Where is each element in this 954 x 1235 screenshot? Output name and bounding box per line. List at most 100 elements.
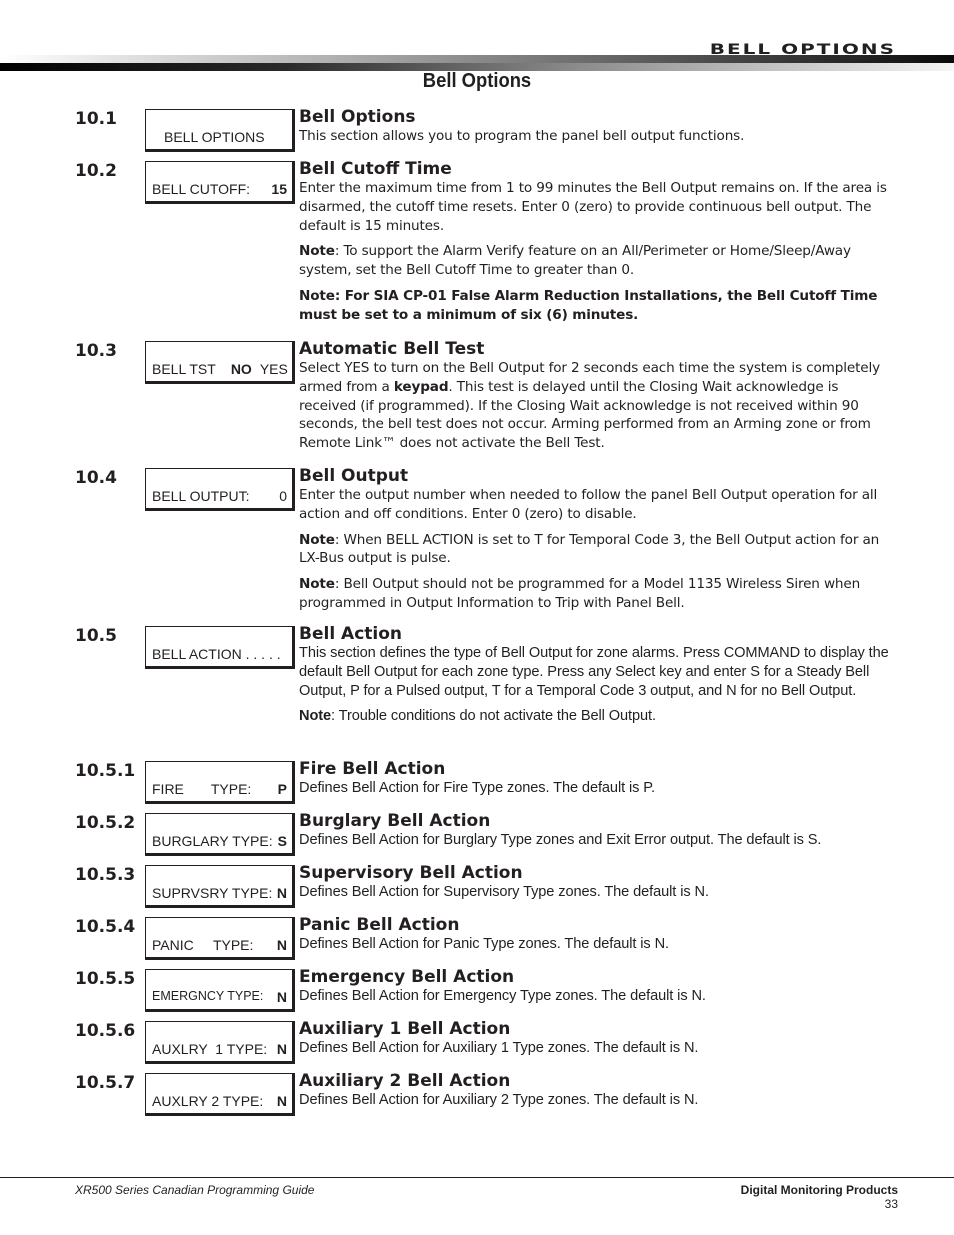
display-value: N [276, 937, 287, 953]
section-number: 10.3 [75, 341, 117, 361]
section-number: 10.5.1 [75, 761, 136, 781]
section-body: Panic Bell Action Defines Bell Action fo… [299, 915, 899, 961]
display-label: SUPRVSRY TYPE: [152, 885, 273, 901]
section-heading: Burglary Bell Action [299, 811, 491, 831]
display-label: BELL CUTOFF: [152, 181, 251, 197]
section-heading: Supervisory Bell Action [299, 863, 523, 883]
note-label: Note [299, 243, 335, 260]
page-title: Bell Options [422, 70, 532, 92]
section-heading: Bell Cutoff Time [299, 159, 452, 179]
display-value: S [277, 833, 287, 849]
keypad-display: PANIC TYPE: N [145, 917, 295, 960]
section-number: 10.5 [75, 626, 117, 646]
display-option-selected: NO [230, 361, 252, 377]
section-body: Fire Bell Action Defines Bell Action for… [299, 759, 899, 805]
section-number: 10.5.7 [75, 1073, 136, 1093]
display-label: BELL ACTION . . . . . [152, 646, 281, 662]
footer-divider [0, 1177, 954, 1178]
section-body: Supervisory Bell Action Defines Bell Act… [299, 863, 899, 909]
note-text: : When BELL ACTION is set to T for Tempo… [299, 531, 880, 567]
display-label: BELL OPTIONS [164, 129, 265, 145]
keypad-display: FIRE TYPE: P [145, 761, 295, 804]
display-value: N [276, 1093, 287, 1109]
keypad-display: AUXLRY 1 TYPE: N [145, 1021, 295, 1064]
section-paragraph: Defines Bell Action for Supervisory Type… [299, 884, 709, 900]
display-label: EMERGNCY TYPE: [152, 989, 264, 1003]
section-heading: Bell Action [299, 624, 403, 644]
display-label: BELL OUTPUT: [152, 488, 250, 504]
page-number: 33 [884, 1197, 898, 1211]
note: Note: To support the Alarm Verify featur… [299, 242, 899, 280]
display-label: AUXLRY 2 TYPE: [152, 1093, 264, 1109]
display-label: AUXLRY 1 TYPE: [152, 1041, 268, 1057]
section-paragraph: Enter the output number when needed to f… [299, 487, 878, 522]
section-heading: Bell Options [299, 107, 416, 127]
section-paragraph: This section defines the type of Bell Ou… [299, 645, 889, 699]
note-text: : Bell Output should not be programmed f… [299, 576, 861, 611]
section-number: 10.5.5 [75, 969, 136, 989]
section-paragraph: Defines Bell Action for Auxiliary 2 Type… [299, 1092, 699, 1108]
section-paragraph: Defines Bell Action for Auxiliary 1 Type… [299, 1040, 699, 1056]
display-label: BELL TST [152, 361, 216, 377]
section-paragraph: This section allows you to program the p… [299, 128, 745, 144]
note-label: Note [299, 531, 335, 548]
section-body: Auxiliary 2 Bell Action Defines Bell Act… [299, 1071, 899, 1117]
section-body: Bell Options This section allows you to … [299, 107, 899, 153]
section-heading: Panic Bell Action [299, 915, 460, 935]
section-number: 10.5.3 [75, 865, 136, 885]
note-label: Note: For SIA CP-01 False Alarm Reductio… [299, 287, 878, 323]
display-label: PANIC TYPE: [152, 937, 254, 953]
section-heading: Auxiliary 1 Bell Action [299, 1019, 511, 1039]
keypad-display: BELL CUTOFF: 15 [145, 161, 295, 204]
section-heading: Emergency Bell Action [299, 967, 515, 987]
footer-right: Digital Monitoring Products 33 [741, 1183, 898, 1211]
display-value: P [277, 781, 287, 797]
display-option: YES [259, 361, 288, 377]
section-body: Automatic Bell Test Select YES to turn o… [299, 339, 899, 460]
keypad-display: BELL OUTPUT: 0 [145, 468, 295, 511]
section-heading: Auxiliary 2 Bell Action [299, 1071, 511, 1091]
section-body: Bell Action This section defines the typ… [299, 624, 899, 733]
section-body: Burglary Bell Action Defines Bell Action… [299, 811, 899, 857]
keypad-display: BELL OPTIONS [145, 109, 295, 152]
section-paragraph: Select YES to turn on the Bell Output fo… [299, 359, 899, 453]
display-label: BURGLARY TYPE: [152, 833, 273, 849]
note: Note: Bell Output should not be programm… [299, 575, 899, 613]
keypad-display: BELL TST NO YES [145, 341, 295, 384]
section-heading: Bell Output [299, 466, 409, 486]
section-number: 10.1 [75, 109, 117, 129]
section-number: 10.5.2 [75, 813, 136, 833]
keypad-display: SUPRVSRY TYPE: N [145, 865, 295, 908]
section-paragraph: Defines Bell Action for Emergency Type z… [299, 988, 706, 1004]
note-label: Note [299, 708, 332, 725]
section-number: 10.5.4 [75, 917, 136, 937]
footer-guide-title: XR500 Series Canadian Programming Guide [75, 1183, 315, 1197]
display-value: N [276, 989, 287, 1005]
footer-company: Digital Monitoring Products [740, 1183, 898, 1197]
note-text: : Trouble conditions do not activate the… [331, 708, 656, 725]
keypad-display: BURGLARY TYPE: S [145, 813, 295, 856]
section-body: Auxiliary 1 Bell Action Defines Bell Act… [299, 1019, 899, 1065]
section-number: 10.4 [75, 468, 117, 488]
note: Note: Trouble conditions do not activate… [299, 707, 899, 726]
section-heading: Automatic Bell Test [299, 339, 485, 359]
section-paragraph: Enter the maximum time from 1 to 99 minu… [299, 180, 887, 234]
display-value: N [276, 885, 287, 901]
section-paragraph: Defines Bell Action for Fire Type zones.… [299, 780, 655, 796]
display-value: 0 [279, 488, 287, 504]
note-text: : To support the Alarm Verify feature on… [299, 243, 851, 279]
section-paragraph: Defines Bell Action for Burglary Type zo… [299, 832, 822, 848]
note-label: Note [299, 576, 335, 593]
section-heading: Fire Bell Action [299, 759, 446, 779]
section-number: 10.5.6 [75, 1021, 136, 1041]
section-body: Bell Cutoff Time Enter the maximum time … [299, 159, 899, 332]
display-value: N [276, 1041, 287, 1057]
note: Note: When BELL ACTION is set to T for T… [299, 531, 899, 569]
header-band-top [0, 55, 954, 63]
keypad-display: BELL ACTION . . . . . [145, 626, 295, 669]
display-label: FIRE TYPE: [152, 781, 252, 797]
note-sia: Note: For SIA CP-01 False Alarm Reductio… [299, 287, 899, 325]
text-run-bold: keypad [393, 378, 449, 395]
section-number: 10.2 [75, 161, 117, 181]
keypad-display: EMERGNCY TYPE: N [145, 969, 295, 1012]
